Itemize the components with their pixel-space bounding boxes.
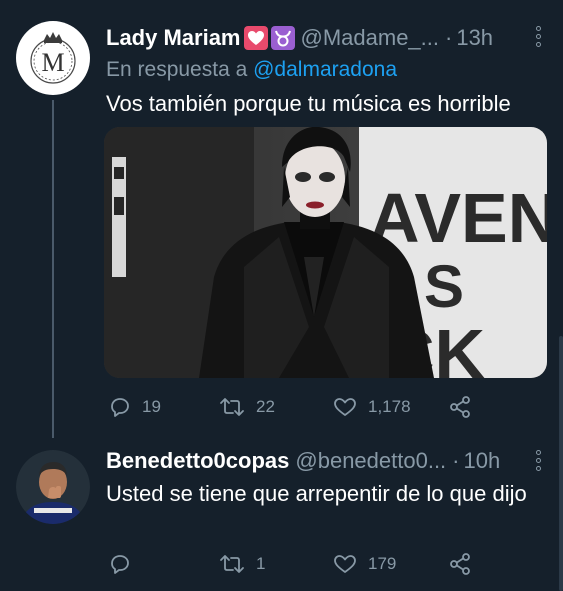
reply-icon xyxy=(111,398,129,417)
like-button[interactable]: 179 xyxy=(332,549,396,579)
like-count: 179 xyxy=(368,554,397,573)
share-button[interactable] xyxy=(448,392,472,422)
reply-button[interactable] xyxy=(108,549,142,579)
reply-mention-link[interactable]: @dalmaradona xyxy=(253,58,397,81)
share-icon xyxy=(450,396,470,418)
thread-connector-line xyxy=(52,100,54,438)
svg-text:S: S xyxy=(424,253,464,320)
tweet-header: Lady Mariam @Madame_... · 13h xyxy=(106,21,546,55)
tweet-text: Vos también porque tu música es horrible xyxy=(106,91,511,116)
svg-text:AVEN: AVEN xyxy=(369,179,547,257)
like-icon xyxy=(334,555,356,573)
timestamp[interactable]: 13h xyxy=(456,25,493,51)
user-handle[interactable]: @benedetto0... xyxy=(295,448,446,474)
avatar[interactable]: M xyxy=(16,21,90,95)
photo-image: AVEN S CK xyxy=(104,127,547,378)
timestamp[interactable]: 10h xyxy=(464,448,501,474)
display-name[interactable]: Lady Mariam xyxy=(106,25,241,51)
like-button[interactable]: 1,178 xyxy=(332,392,411,422)
retweet-icon xyxy=(220,555,244,573)
reply-button[interactable]: 19 xyxy=(108,392,161,422)
profile-photo xyxy=(16,450,90,524)
like-count: 1,178 xyxy=(368,397,411,416)
reply-icon xyxy=(111,555,129,574)
tweet-header: Benedetto0copas @benedetto0... · 10h xyxy=(106,444,546,478)
reply-count: 19 xyxy=(142,397,161,416)
heart-emoji-icon xyxy=(243,26,268,50)
more-icon[interactable] xyxy=(535,26,541,47)
share-button[interactable] xyxy=(448,549,472,579)
tweet-photo[interactable]: AVEN S CK xyxy=(104,127,547,378)
separator-dot: · xyxy=(445,25,453,50)
retweet-button[interactable]: 22 xyxy=(218,392,275,422)
reply-prefix: En respuesta a xyxy=(106,58,248,81)
share-icon xyxy=(450,553,470,575)
tweet-thread: M Lady Mariam @Madame_... · 13h En respu… xyxy=(0,0,563,591)
retweet-icon xyxy=(220,398,244,416)
svg-text:M: M xyxy=(41,48,64,77)
separator-dot: · xyxy=(452,448,460,473)
avatar[interactable] xyxy=(16,450,90,524)
more-icon[interactable] xyxy=(535,450,541,471)
tweet-text: Usted se tiene que arrepentir de lo que … xyxy=(106,481,527,506)
monogram-logo-icon: M xyxy=(18,23,88,93)
retweet-count: 1 xyxy=(256,554,266,573)
tweet-actions: 19 22 1,178 xyxy=(104,392,544,422)
reply-context: En respuesta a @dalmaradona xyxy=(106,58,397,82)
taurus-emoji-icon xyxy=(270,26,295,50)
like-icon xyxy=(334,398,356,416)
user-handle[interactable]: @Madame_... xyxy=(301,25,440,51)
retweet-count: 22 xyxy=(256,397,275,416)
display-name[interactable]: Benedetto0copas xyxy=(106,448,289,474)
retweet-button[interactable]: 1 xyxy=(218,549,265,579)
tweet-actions: 1 179 xyxy=(104,549,544,579)
scrollbar[interactable] xyxy=(559,336,563,591)
